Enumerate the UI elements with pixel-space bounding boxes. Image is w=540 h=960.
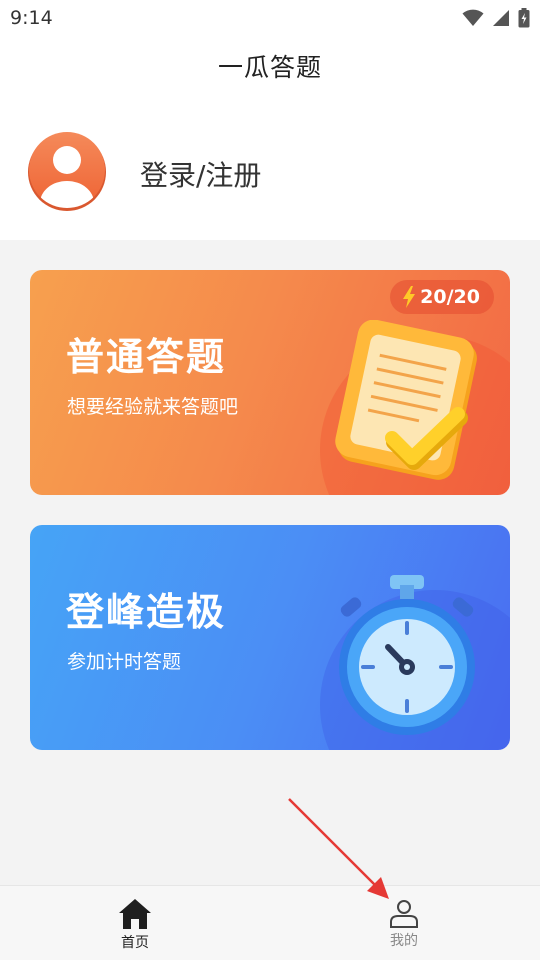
- page-title: 一瓜答题: [217, 53, 322, 82]
- bottom-nav: 首页 我的: [0, 885, 540, 960]
- user-avatar-icon[interactable]: [26, 129, 108, 211]
- notepad-checkmark-icon: [335, 320, 477, 480]
- timed-quiz-card[interactable]: 登峰造极 参加计时答题: [30, 525, 510, 750]
- bottom-nav-home[interactable]: 首页: [85, 898, 185, 958]
- normal-quiz-title: 普通答题: [66, 335, 227, 379]
- home-icon: [119, 899, 151, 929]
- timed-quiz-title: 登峰造极: [66, 590, 227, 634]
- annotation-arrow-icon: [288, 798, 389, 899]
- bottom-nav-mine[interactable]: 我的: [354, 898, 454, 958]
- timed-quiz-subtitle: 参加计时答题: [67, 651, 182, 673]
- quota-count: 20/20: [420, 286, 480, 308]
- status-bar: 9:14: [0, 0, 540, 36]
- signal-icon: [493, 10, 509, 26]
- status-time: 9:14: [10, 7, 53, 29]
- battery-icon: [518, 8, 530, 28]
- profile-section[interactable]: 登录/注册: [0, 96, 540, 240]
- status-icons: [462, 8, 530, 28]
- app-header: 一瓜答题: [0, 36, 540, 96]
- normal-quiz-subtitle: 想要经验就来答题吧: [67, 396, 239, 418]
- wifi-icon: [462, 9, 484, 26]
- bottom-nav-home-label: 首页: [121, 935, 149, 951]
- lightning-icon: [403, 286, 416, 308]
- quota-badge: 20/20: [390, 280, 494, 314]
- login-register-link[interactable]: 登录/注册: [140, 154, 261, 194]
- bottom-nav-mine-label: 我的: [390, 933, 418, 949]
- stopwatch-icon: [339, 575, 475, 735]
- normal-quiz-card[interactable]: 普通答题 想要经验就来答题吧 20/20: [30, 270, 510, 495]
